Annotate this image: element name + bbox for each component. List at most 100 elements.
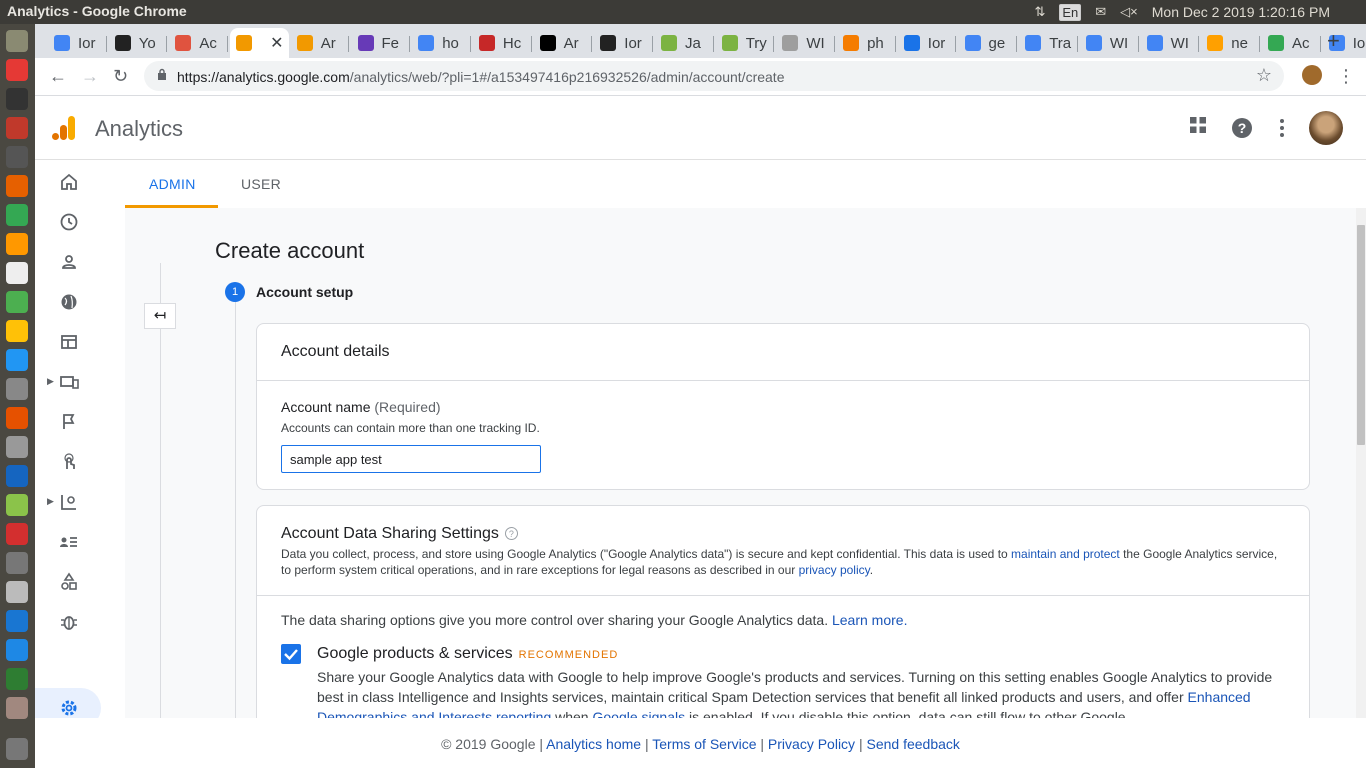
audience-icon[interactable] [59, 252, 79, 272]
home-icon[interactable] [59, 172, 79, 192]
browser-tab[interactable]: Tra [1019, 28, 1078, 58]
keyboard-lang[interactable]: En [1059, 3, 1082, 21]
app-icon-3[interactable] [6, 117, 28, 139]
browser-tab[interactable]: ✕ [230, 28, 289, 58]
touch-icon[interactable] [59, 452, 79, 472]
terms-link[interactable]: Terms of Service [652, 736, 756, 752]
browser-tab[interactable]: Fe [352, 28, 411, 58]
learn-more-link[interactable]: Learn more. [832, 612, 907, 628]
system-settings-icon[interactable] [6, 436, 28, 458]
tab-admin[interactable]: ADMIN [149, 176, 196, 192]
browser-tab[interactable]: ph [837, 28, 896, 58]
account-avatar[interactable] [1309, 111, 1343, 145]
chrome-icon[interactable] [6, 204, 28, 226]
browser-tab[interactable]: Ja [655, 28, 714, 58]
browser-tab[interactable]: ge [959, 28, 1018, 58]
browser-tab[interactable]: Ar [534, 28, 593, 58]
mail-icon[interactable]: ✉ [1095, 4, 1106, 20]
software-icon[interactable] [6, 407, 28, 429]
maintain-protect-link[interactable]: maintain and protect [1011, 547, 1120, 561]
camera-icon[interactable] [6, 581, 28, 603]
network-icon[interactable]: ⇅ [1034, 4, 1045, 20]
users-list-icon[interactable] [59, 532, 79, 552]
forward-icon[interactable]: → [81, 66, 99, 87]
app-icon-15[interactable] [6, 465, 28, 487]
privacy-link[interactable]: Privacy Policy [768, 736, 855, 752]
google-products-checkbox[interactable] [281, 644, 301, 664]
new-tab-button[interactable]: + [1327, 28, 1340, 54]
expand-arrow-icon[interactable]: ▶ [47, 376, 54, 387]
devices-icon[interactable] [59, 372, 79, 392]
feedback-link[interactable]: Send feedback [866, 736, 959, 752]
more-vert-icon[interactable] [1279, 118, 1285, 138]
address-bar[interactable]: https://analytics.google.com/analytics/w… [144, 61, 1284, 91]
browser-tab[interactable]: Ior [594, 28, 653, 58]
bug-icon[interactable] [59, 612, 79, 632]
reload-icon[interactable]: ↻ [113, 66, 128, 87]
calculator-icon[interactable] [6, 378, 28, 400]
text-editor-icon[interactable] [6, 262, 28, 284]
browser-tab[interactable]: WI [1141, 28, 1200, 58]
divider [160, 263, 161, 718]
app-icon-16[interactable] [6, 494, 28, 516]
close-tab-icon[interactable]: ✕ [270, 33, 283, 53]
analytics-home-link[interactable]: Analytics home [546, 736, 641, 752]
browser-tab[interactable]: Yo [109, 28, 168, 58]
privacy-policy-link[interactable]: privacy policy [799, 563, 870, 577]
sharing-desc-pre: Data you collect, process, and store usi… [281, 547, 1012, 561]
back-icon[interactable]: ← [49, 66, 67, 87]
help-question-icon[interactable]: ? [504, 527, 518, 541]
settings-icon[interactable] [6, 146, 28, 168]
firefox-icon[interactable] [6, 175, 28, 197]
trash-icon[interactable] [6, 738, 28, 760]
profile-avatar[interactable] [1302, 65, 1322, 85]
app-icon-1[interactable] [6, 59, 28, 81]
shapes-icon[interactable] [59, 572, 79, 592]
footer-sep: | [641, 736, 653, 752]
expand-arrow-icon[interactable]: ▶ [47, 496, 54, 507]
files-icon[interactable] [6, 697, 28, 719]
calc-icon[interactable] [6, 291, 28, 313]
vscode-icon[interactable] [6, 610, 28, 632]
writer-icon[interactable] [6, 349, 28, 371]
browser-tab[interactable]: Hc [473, 28, 532, 58]
bookmark-star-icon[interactable]: ☆ [1256, 65, 1272, 86]
usb-icon[interactable] [6, 552, 28, 574]
browser-tab[interactable]: Ac [1262, 28, 1321, 58]
app-icon-22[interactable] [6, 668, 28, 690]
terminal-icon[interactable] [6, 88, 28, 110]
tab-label: Tra [1049, 34, 1072, 52]
flag-icon[interactable] [59, 412, 79, 432]
back-arrow-button[interactable]: ↤ [144, 303, 176, 329]
browser-tab[interactable]: Ar [291, 28, 350, 58]
sublime-icon[interactable] [6, 233, 28, 255]
dashboard-icon[interactable] [59, 332, 79, 352]
help-icon[interactable]: ? [1231, 117, 1253, 139]
browser-tab[interactable]: Ior [898, 28, 957, 58]
chrome-menu-icon[interactable]: ⋮ [1337, 66, 1355, 87]
reports-search-icon[interactable] [59, 492, 79, 512]
browser-tab[interactable]: WI [776, 28, 836, 58]
browser-tab[interactable]: Ac [169, 28, 229, 58]
browser-tab[interactable]: Try [716, 28, 775, 58]
globe-icon[interactable] [59, 292, 79, 312]
clock[interactable]: Mon Dec 2 2019 1:20:16 PM [1152, 4, 1330, 20]
clock-icon[interactable] [59, 212, 79, 232]
scrollbar[interactable] [1356, 208, 1366, 718]
volume-icon[interactable]: ◁× [1120, 4, 1138, 20]
dash-icon[interactable] [6, 30, 28, 52]
scrollbar-thumb[interactable] [1357, 225, 1365, 445]
browser-tab[interactable]: ho [412, 28, 471, 58]
analytics-logo-icon[interactable] [50, 114, 78, 142]
impress-icon[interactable] [6, 320, 28, 342]
tab-favicon-icon [478, 35, 495, 51]
account-name-input[interactable] [281, 445, 541, 473]
tab-user[interactable]: USER [241, 176, 281, 192]
filezilla-icon[interactable] [6, 523, 28, 545]
browser-tab[interactable]: WI [1080, 28, 1139, 58]
google-signals-link[interactable]: Google signals [592, 709, 685, 718]
browser-tab[interactable]: Ior [48, 28, 107, 58]
apps-grid-icon[interactable] [1189, 116, 1207, 134]
browser-tab[interactable]: ne [1201, 28, 1260, 58]
teamviewer-icon[interactable] [6, 639, 28, 661]
